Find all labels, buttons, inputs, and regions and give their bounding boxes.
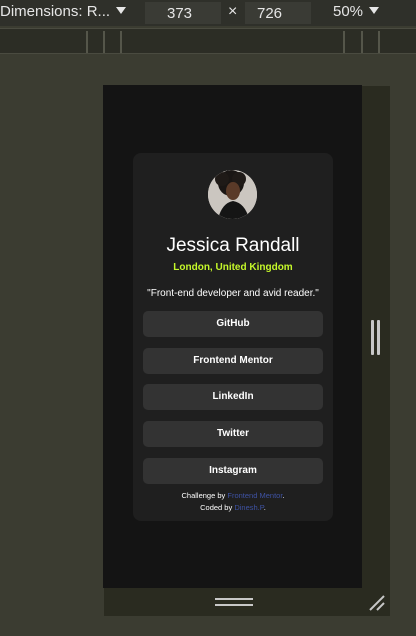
resize-grip-line bbox=[215, 598, 253, 600]
ruler-tick[interactable] bbox=[378, 31, 380, 53]
coder-credit: Coded by Dinesh.P. bbox=[133, 502, 333, 514]
ruler-tick[interactable] bbox=[120, 31, 122, 53]
chevron-down-icon bbox=[116, 7, 127, 14]
github-link-button[interactable]: GitHub bbox=[143, 311, 323, 337]
resize-corner-icon bbox=[369, 595, 385, 611]
zoom-dropdown[interactable]: 50% bbox=[333, 3, 380, 20]
challenge-credit: Challenge by Frontend Mentor. bbox=[133, 490, 333, 502]
ruler-tick[interactable] bbox=[343, 31, 345, 53]
profile-name: Jessica Randall bbox=[166, 235, 300, 256]
chevron-down-icon bbox=[369, 7, 380, 14]
resize-grip-line bbox=[371, 320, 374, 355]
bottom-resize-handle[interactable] bbox=[215, 598, 253, 607]
profile-bio: "Front-end developer and avid reader." bbox=[147, 288, 319, 299]
challenge-suffix: . bbox=[282, 491, 285, 500]
coded-suffix: . bbox=[263, 503, 266, 512]
profile-location: London, United Kingdom bbox=[173, 262, 293, 273]
ruler-tick[interactable] bbox=[86, 31, 88, 53]
frontend-mentor-credit-link[interactable]: Frontend Mentor bbox=[227, 491, 282, 500]
height-input[interactable] bbox=[245, 2, 311, 24]
ruler-tick[interactable] bbox=[103, 31, 105, 53]
dimensions-label: Dimensions: R... bbox=[0, 3, 111, 20]
avatar-image bbox=[208, 170, 257, 219]
media-query-ruler bbox=[0, 28, 416, 54]
width-input[interactable] bbox=[145, 2, 221, 24]
linkedin-link-button[interactable]: LinkedIn bbox=[143, 384, 323, 411]
avatar bbox=[208, 170, 257, 219]
resize-grip-line bbox=[215, 604, 253, 606]
social-links: GitHub Frontend Mentor LinkedIn Twitter … bbox=[143, 311, 323, 494]
resize-grip-line bbox=[377, 320, 380, 355]
coded-prefix: Coded by bbox=[200, 503, 235, 512]
dimensions-dropdown[interactable]: Dimensions: R... bbox=[0, 3, 127, 20]
frontend-mentor-link-button[interactable]: Frontend Mentor bbox=[143, 347, 323, 374]
profile-card: Jessica Randall London, United Kingdom "… bbox=[133, 153, 333, 521]
right-resize-handle[interactable] bbox=[370, 320, 382, 355]
corner-resize-handle[interactable] bbox=[368, 594, 386, 612]
times-separator: × bbox=[228, 3, 238, 20]
instagram-link-button[interactable]: Instagram bbox=[143, 457, 323, 484]
attribution: Challenge by Frontend Mentor. Coded by D… bbox=[133, 490, 333, 514]
device-toolbar: Dimensions: R... × 50% bbox=[0, 0, 416, 26]
zoom-label: 50% bbox=[333, 3, 364, 20]
twitter-link-button[interactable]: Twitter bbox=[143, 421, 323, 448]
challenge-prefix: Challenge by bbox=[181, 491, 228, 500]
coder-credit-link[interactable]: Dinesh.P bbox=[234, 503, 263, 512]
ruler-tick[interactable] bbox=[361, 31, 363, 53]
